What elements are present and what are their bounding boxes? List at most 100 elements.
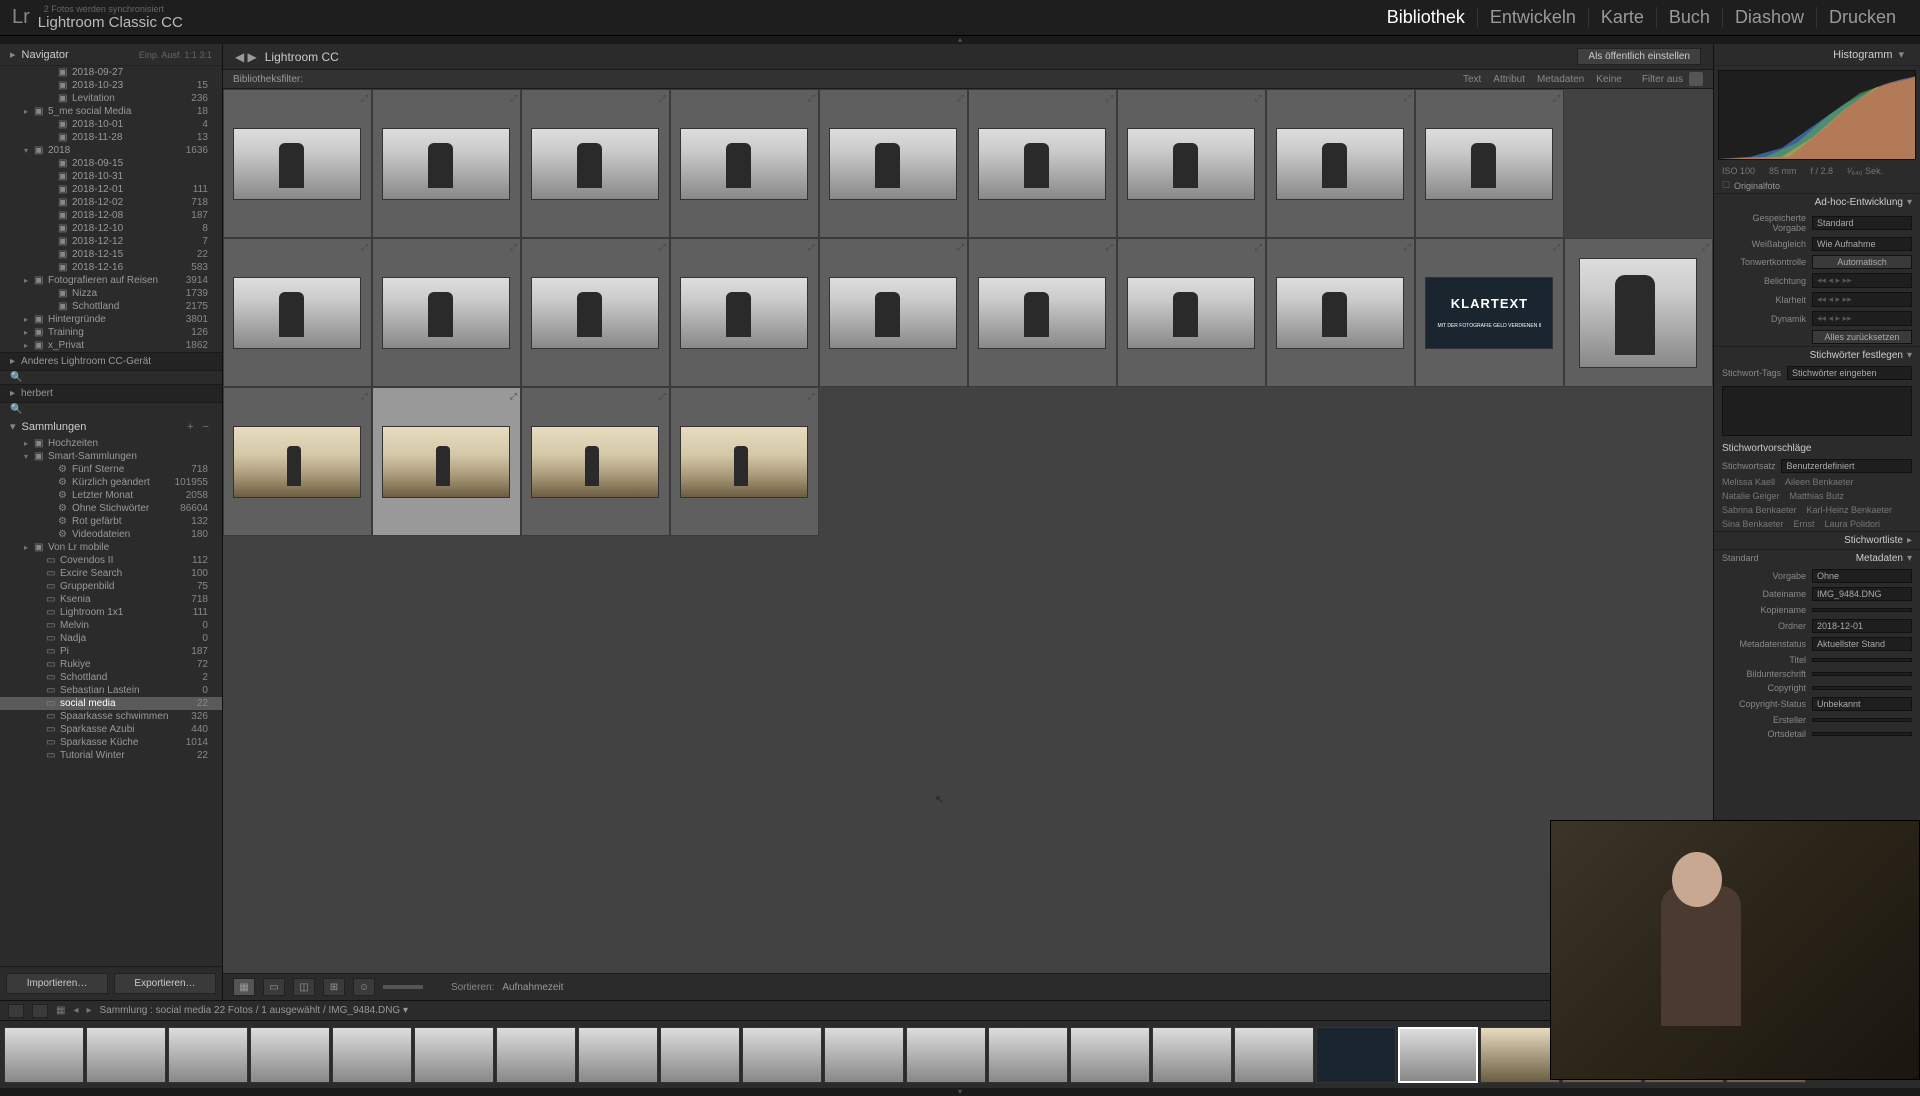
- grid-cell[interactable]: ⤢: [1117, 238, 1266, 387]
- filmstrip-thumb[interactable]: [168, 1027, 248, 1083]
- keywording-header[interactable]: Stichwörter festlegen▾: [1714, 346, 1920, 364]
- sort-value[interactable]: Aufnahmezeit: [502, 982, 563, 993]
- top-panel-toggle[interactable]: ▴: [0, 36, 1920, 44]
- clarity-steppers[interactable]: ◂◂ ◂ ▸ ▸▸: [1812, 292, 1912, 307]
- keyword-tags-dropdown[interactable]: Stichwörter eingeben: [1787, 366, 1912, 380]
- thumbnail[interactable]: [680, 277, 808, 349]
- folder-row[interactable]: ▣2018-12-16583: [0, 261, 222, 274]
- thumbnail[interactable]: [1276, 277, 1404, 349]
- folder-row[interactable]: ▸▣x_Privat1862: [0, 339, 222, 352]
- back-icon[interactable]: ◂: [73, 1005, 78, 1016]
- filter-tab[interactable]: Text: [1463, 74, 1481, 85]
- grid-cell[interactable]: ⤢: [670, 387, 819, 536]
- folder-row[interactable]: ▣Nizza1739: [0, 287, 222, 300]
- filmstrip-thumb[interactable]: [1152, 1027, 1232, 1083]
- grid-cell[interactable]: KLARTEXTMIT DER FOTOGRAFIE GELD VERDIENE…: [1415, 238, 1564, 387]
- sublocation-field[interactable]: [1812, 732, 1912, 736]
- grid-view-icon[interactable]: ▦: [233, 978, 255, 996]
- thumbnail[interactable]: [680, 426, 808, 498]
- other-device-row[interactable]: ▸Anderes Lightroom CC-Gerät: [0, 352, 222, 371]
- copyname-field[interactable]: [1812, 608, 1912, 612]
- grid-cell[interactable]: ⤢: [1415, 89, 1564, 238]
- collection-row[interactable]: ▭Schottland2: [0, 671, 222, 684]
- compare-view-icon[interactable]: ◫: [293, 978, 315, 996]
- thumbnail[interactable]: [233, 426, 361, 498]
- folder-row[interactable]: ▸▣Hintergründe3801: [0, 313, 222, 326]
- grid-cell[interactable]: ⤢: [521, 387, 670, 536]
- collection-row[interactable]: ▭Melvin0: [0, 619, 222, 632]
- folder-row[interactable]: ▣2018-10-31: [0, 170, 222, 183]
- painter-tool-icon[interactable]: [383, 985, 423, 989]
- thumbnail[interactable]: [233, 277, 361, 349]
- grid-cell[interactable]: ⤢: [1266, 238, 1415, 387]
- thumbnail[interactable]: [382, 128, 510, 200]
- thumbnail[interactable]: [829, 128, 957, 200]
- keyword-suggestion[interactable]: Laura Polidori: [1825, 519, 1881, 529]
- filmstrip-thumb[interactable]: [906, 1027, 986, 1083]
- filmstrip-thumb[interactable]: [496, 1027, 576, 1083]
- collection-row[interactable]: ▭social media22: [0, 697, 222, 710]
- filter-preset[interactable]: Filter aus: [1642, 74, 1683, 85]
- module-entwickeln[interactable]: Entwickeln: [1478, 7, 1589, 28]
- secondary-monitor-icon[interactable]: [32, 1004, 48, 1018]
- copyright-field[interactable]: [1812, 686, 1912, 690]
- thumbnail[interactable]: [531, 277, 659, 349]
- people-view-icon[interactable]: ☺: [353, 978, 375, 996]
- thumbnail-grid[interactable]: ↖ ⤢⤢⤢⤢⤢⤢⤢⤢⤢⤢⤢⤢⤢⤢⤢⤢⤢KLARTEXTMIT DER FOTOG…: [223, 89, 1713, 973]
- collection-row[interactable]: ▭Excire Search100: [0, 567, 222, 580]
- filmstrip-thumb[interactable]: [1398, 1027, 1478, 1083]
- folder-row[interactable]: ▣2018-12-01111: [0, 183, 222, 196]
- folder-row[interactable]: ▸▣Fotografieren auf Reisen3914: [0, 274, 222, 287]
- keyword-set-dropdown[interactable]: Benutzerdefiniert: [1781, 459, 1912, 473]
- grid-cell[interactable]: ⤢: [1564, 238, 1713, 387]
- filmstrip-thumb[interactable]: [660, 1027, 740, 1083]
- caption-field[interactable]: [1812, 672, 1912, 676]
- grid-cell[interactable]: ⤢: [521, 238, 670, 387]
- filmstrip-thumb[interactable]: [86, 1027, 166, 1083]
- keyword-suggestion[interactable]: Sabrina Benkaeter: [1722, 505, 1797, 515]
- collection-row[interactable]: ▭Sparkasse Azubi440: [0, 723, 222, 736]
- publish-button[interactable]: Als öffentlich einstellen: [1577, 48, 1701, 65]
- module-karte[interactable]: Karte: [1589, 7, 1657, 28]
- folder-row[interactable]: ▣2018-12-1522: [0, 248, 222, 261]
- histogram[interactable]: [1718, 70, 1916, 160]
- grid-cell[interactable]: ⤢: [521, 89, 670, 238]
- collections-header[interactable]: ▾ Sammlungen + −: [0, 416, 222, 437]
- keyword-input[interactable]: [1722, 386, 1912, 436]
- keyword-suggestion[interactable]: Melissa Kaell: [1722, 477, 1775, 487]
- thumbnail[interactable]: [978, 128, 1106, 200]
- folder-row[interactable]: ▣2018-10-2315: [0, 79, 222, 92]
- grid-cell[interactable]: ⤢: [223, 89, 372, 238]
- bottom-panel-toggle[interactable]: ▾: [0, 1088, 1920, 1096]
- folder-row[interactable]: ▣Levitation236: [0, 92, 222, 105]
- collection-row[interactable]: ▭Spaarkasse schwimmen326: [0, 710, 222, 723]
- collection-row[interactable]: ⚙Letzter Monat2058: [0, 489, 222, 502]
- filmstrip-thumb[interactable]: [1316, 1027, 1396, 1083]
- survey-view-icon[interactable]: ⊞: [323, 978, 345, 996]
- folder-row[interactable]: ▸▣Training126: [0, 326, 222, 339]
- module-bibliothek[interactable]: Bibliothek: [1375, 7, 1478, 28]
- grid-cell[interactable]: ⤢: [670, 89, 819, 238]
- keyword-suggestion[interactable]: Karl-Heinz Benkaeter: [1807, 505, 1893, 515]
- loupe-view-icon[interactable]: ▭: [263, 978, 285, 996]
- herbert-search-row[interactable]: 🔍: [0, 403, 222, 416]
- grid-cell[interactable]: ⤢: [819, 238, 968, 387]
- grid-cell[interactable]: ⤢: [223, 387, 372, 536]
- thumbnail[interactable]: [1276, 128, 1404, 200]
- collection-row[interactable]: ⚙Fünf Sterne718: [0, 463, 222, 476]
- exposure-steppers[interactable]: ◂◂ ◂ ▸ ▸▸: [1812, 273, 1912, 288]
- collection-row[interactable]: ▭Nadja0: [0, 632, 222, 645]
- original-photo-row[interactable]: ☐Originalfoto: [1714, 178, 1920, 193]
- folder-row[interactable]: ▣2018-12-08187: [0, 209, 222, 222]
- thumbnail[interactable]: [233, 128, 361, 200]
- folder-row[interactable]: ▸▣5_me social Media18: [0, 105, 222, 118]
- collection-row[interactable]: ▸▣Von Lr mobile: [0, 541, 222, 554]
- reset-all-button[interactable]: Alles zurücksetzen: [1812, 330, 1912, 344]
- grid-cell[interactable]: ⤢: [1117, 89, 1266, 238]
- grid-cell[interactable]: ⤢: [372, 238, 521, 387]
- filmstrip-thumb[interactable]: [4, 1027, 84, 1083]
- thumbnail[interactable]: [382, 426, 510, 498]
- grid-cell[interactable]: ⤢: [670, 238, 819, 387]
- forward-icon[interactable]: ▸: [86, 1005, 91, 1016]
- histogram-header[interactable]: Histogramm ▾: [1714, 44, 1920, 66]
